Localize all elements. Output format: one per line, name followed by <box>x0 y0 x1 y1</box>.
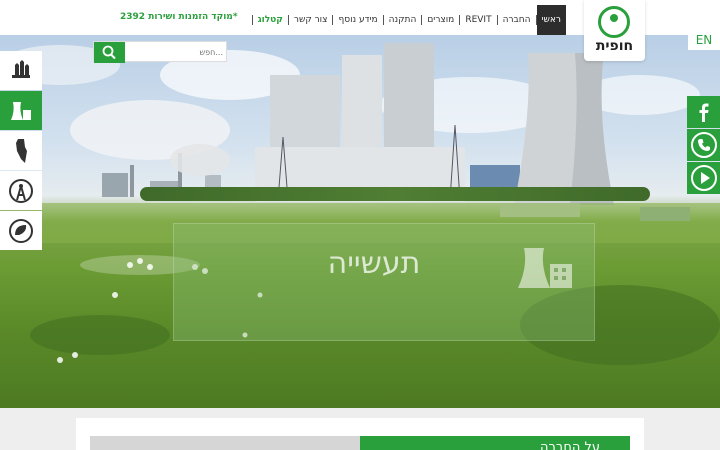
feature-title: תעשייה <box>327 246 421 281</box>
logo-ring-icon <box>598 6 630 38</box>
main-nav: ראשי החברה REVIT מוצרים התקנה מידע נוסף … <box>244 5 566 35</box>
service-hotline[interactable]: מוקד הזמנות ושירות 2392* <box>120 12 238 22</box>
nav-item-contact[interactable]: צור קשר <box>289 5 333 35</box>
category-industry[interactable] <box>0 91 42 130</box>
category-agriculture[interactable] <box>0 51 42 90</box>
social-bar <box>687 96 720 195</box>
phone-button[interactable] <box>687 129 720 161</box>
agriculture-icon <box>12 59 30 78</box>
recycle-icon <box>9 218 33 243</box>
about-title: על החברה <box>540 440 600 450</box>
feature-panel[interactable]: תעשייה <box>173 223 595 341</box>
nav-item-home[interactable]: ראשי <box>536 5 566 35</box>
youtube-icon <box>690 165 717 191</box>
about-header: על החברה <box>360 436 630 450</box>
factory-icon <box>516 244 578 296</box>
map-icon <box>16 138 27 163</box>
facebook-button[interactable] <box>687 96 720 128</box>
hero-scenery <box>0 43 720 365</box>
nav-item-revit[interactable]: REVIT <box>460 5 496 35</box>
tree-line <box>140 187 650 201</box>
category-map[interactable] <box>0 131 42 170</box>
phone-icon <box>690 132 717 158</box>
search-box <box>93 41 227 63</box>
nav-item-company[interactable]: החברה <box>498 5 536 35</box>
nav-item-installation[interactable]: התקנה <box>384 5 422 35</box>
search-input[interactable] <box>127 44 223 60</box>
facebook-icon <box>699 103 708 122</box>
logo-text: חופית <box>595 38 634 54</box>
hero-banner: תעשייה <box>0 35 720 408</box>
antenna-icon <box>9 178 33 203</box>
nav-item-catalog[interactable]: קטלוג <box>253 5 288 35</box>
about-section: על החברה <box>76 418 644 450</box>
category-environment[interactable] <box>0 211 42 250</box>
category-sidebar <box>0 51 42 251</box>
nav-item-more-info[interactable]: מידע נוסף <box>333 5 382 35</box>
logo[interactable]: חופית <box>584 0 645 61</box>
industry-icon <box>11 101 31 120</box>
search-icon <box>102 45 116 60</box>
category-communication[interactable] <box>0 171 42 210</box>
youtube-button[interactable] <box>687 162 720 194</box>
nav-item-products[interactable]: מוצרים <box>422 5 459 35</box>
about-grey-bar <box>90 436 360 450</box>
search-button[interactable] <box>94 42 125 63</box>
